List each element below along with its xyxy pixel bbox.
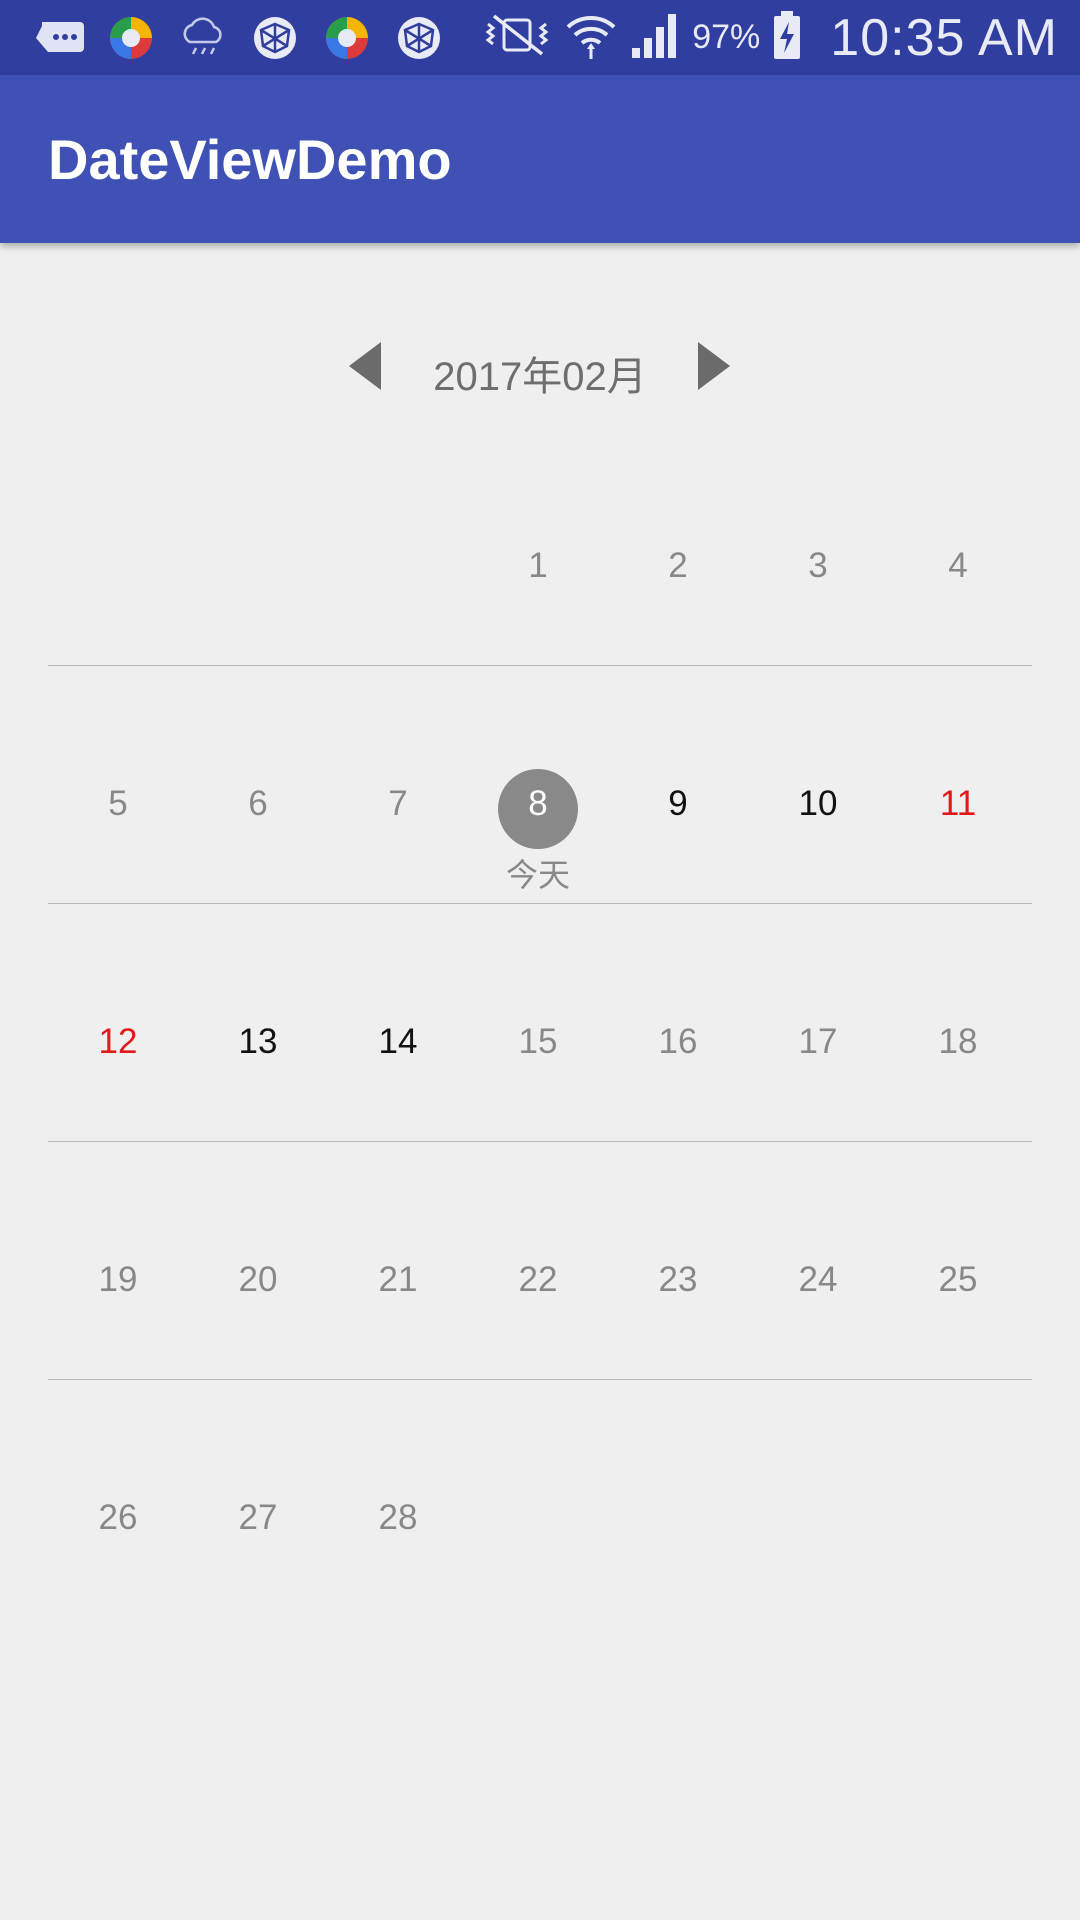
- system-icons: 97% 10:35 AM: [482, 0, 1058, 75]
- app-bar: DateViewDemo: [0, 75, 1080, 243]
- day-number: 5: [108, 784, 128, 823]
- month-navigation: 2017年02月: [0, 330, 1080, 402]
- calendar-day[interactable]: 13: [188, 904, 328, 1142]
- calendar-day[interactable]: 21: [328, 1142, 468, 1380]
- day-number: 8: [528, 784, 548, 823]
- day-number: 7: [388, 784, 408, 823]
- calendar-grid: 1 2 3 4 5 6 7 8 今天 9 10 11 12 13 14 15 16 17 18 19 20 21 22 23 2…: [48, 428, 1032, 1618]
- triangle-left-icon: [349, 342, 381, 390]
- day-number: 23: [658, 1260, 698, 1299]
- calendar-day[interactable]: 4: [888, 428, 1028, 666]
- calendar-day[interactable]: 7: [328, 666, 468, 904]
- calendar-day[interactable]: 2: [608, 428, 748, 666]
- day-number: 2: [668, 546, 688, 585]
- signal-icon: [628, 10, 682, 65]
- calendar-day[interactable]: 18: [888, 904, 1028, 1142]
- calendar-day[interactable]: 17: [748, 904, 888, 1142]
- calendar-day[interactable]: 28: [328, 1380, 468, 1618]
- globe-icon: [246, 10, 304, 66]
- week-row: 19 20 21 22 23 24 25: [48, 1142, 1032, 1380]
- color-app-icon: [102, 10, 160, 66]
- wifi-icon: [564, 9, 618, 66]
- day-number: 18: [938, 1022, 978, 1061]
- day-number: 4: [948, 546, 968, 585]
- calendar-day[interactable]: 23: [608, 1142, 748, 1380]
- calendar-day[interactable]: 6: [188, 666, 328, 904]
- calendar-day[interactable]: 11: [888, 666, 1028, 904]
- calendar-day[interactable]: 19: [48, 1142, 188, 1380]
- calendar-day[interactable]: 25: [888, 1142, 1028, 1380]
- notification-icons: [30, 10, 448, 66]
- battery-charging-icon: [772, 9, 802, 66]
- day-number: 17: [798, 1022, 838, 1061]
- calendar-day[interactable]: 24: [748, 1142, 888, 1380]
- day-number: 10: [798, 784, 838, 823]
- cloud-rain-icon: [174, 10, 232, 66]
- calendar-day[interactable]: 27: [188, 1380, 328, 1618]
- day-number: 28: [378, 1498, 418, 1537]
- day-number: 21: [378, 1260, 418, 1299]
- app-title: DateViewDemo: [48, 128, 452, 191]
- day-number: 14: [378, 1022, 418, 1061]
- calendar-day[interactable]: 15: [468, 904, 608, 1142]
- calendar-day[interactable]: 16: [608, 904, 748, 1142]
- calendar-day[interactable]: 5: [48, 666, 188, 904]
- color-app-icon: [318, 10, 376, 66]
- day-number: 11: [939, 784, 977, 823]
- day-number: 9: [668, 784, 688, 823]
- day-number: 25: [938, 1260, 978, 1299]
- day-number: 22: [518, 1260, 558, 1299]
- week-row: 5 6 7 8 今天 9 10 11: [48, 666, 1032, 904]
- previous-month-button[interactable]: [345, 340, 389, 392]
- day-number: 19: [98, 1260, 138, 1299]
- day-number: 1: [528, 546, 548, 585]
- today-label: 今天: [505, 857, 570, 893]
- calendar-day[interactable]: 9: [608, 666, 748, 904]
- day-number: 26: [98, 1498, 138, 1537]
- calendar-day[interactable]: 14: [328, 904, 468, 1142]
- day-number: 20: [238, 1260, 278, 1299]
- day-number: 12: [98, 1022, 138, 1061]
- day-number: 15: [518, 1022, 558, 1061]
- day-number: 6: [248, 784, 268, 823]
- calendar-day[interactable]: 10: [748, 666, 888, 904]
- week-row: 26 27 28: [48, 1380, 1032, 1618]
- calendar-day[interactable]: 22: [468, 1142, 608, 1380]
- day-number: 13: [238, 1022, 278, 1061]
- calendar-day-today[interactable]: 8 今天: [468, 666, 608, 904]
- calendar-day[interactable]: 1: [468, 428, 608, 666]
- week-row: 1 2 3 4: [48, 428, 1032, 666]
- month-label: 2017年02月: [433, 355, 647, 399]
- status-bar: 97% 10:35 AM: [0, 0, 1080, 75]
- message-icon: [30, 10, 88, 66]
- globe-icon: [390, 10, 448, 66]
- calendar-day[interactable]: 3: [748, 428, 888, 666]
- day-number: 27: [238, 1498, 278, 1537]
- day-number: 16: [658, 1022, 698, 1061]
- day-number: 3: [808, 546, 828, 585]
- calendar-day[interactable]: 12: [48, 904, 188, 1142]
- next-month-button[interactable]: [690, 340, 734, 392]
- calendar-day[interactable]: 26: [48, 1380, 188, 1618]
- triangle-right-icon: [698, 342, 730, 390]
- mute-vibrate-icon: [482, 12, 554, 63]
- battery-percent: 97%: [692, 18, 761, 56]
- week-row: 12 13 14 15 16 17 18: [48, 904, 1032, 1142]
- clock: 10:35 AM: [830, 8, 1058, 67]
- day-number: 24: [798, 1260, 838, 1299]
- calendar-day[interactable]: 20: [188, 1142, 328, 1380]
